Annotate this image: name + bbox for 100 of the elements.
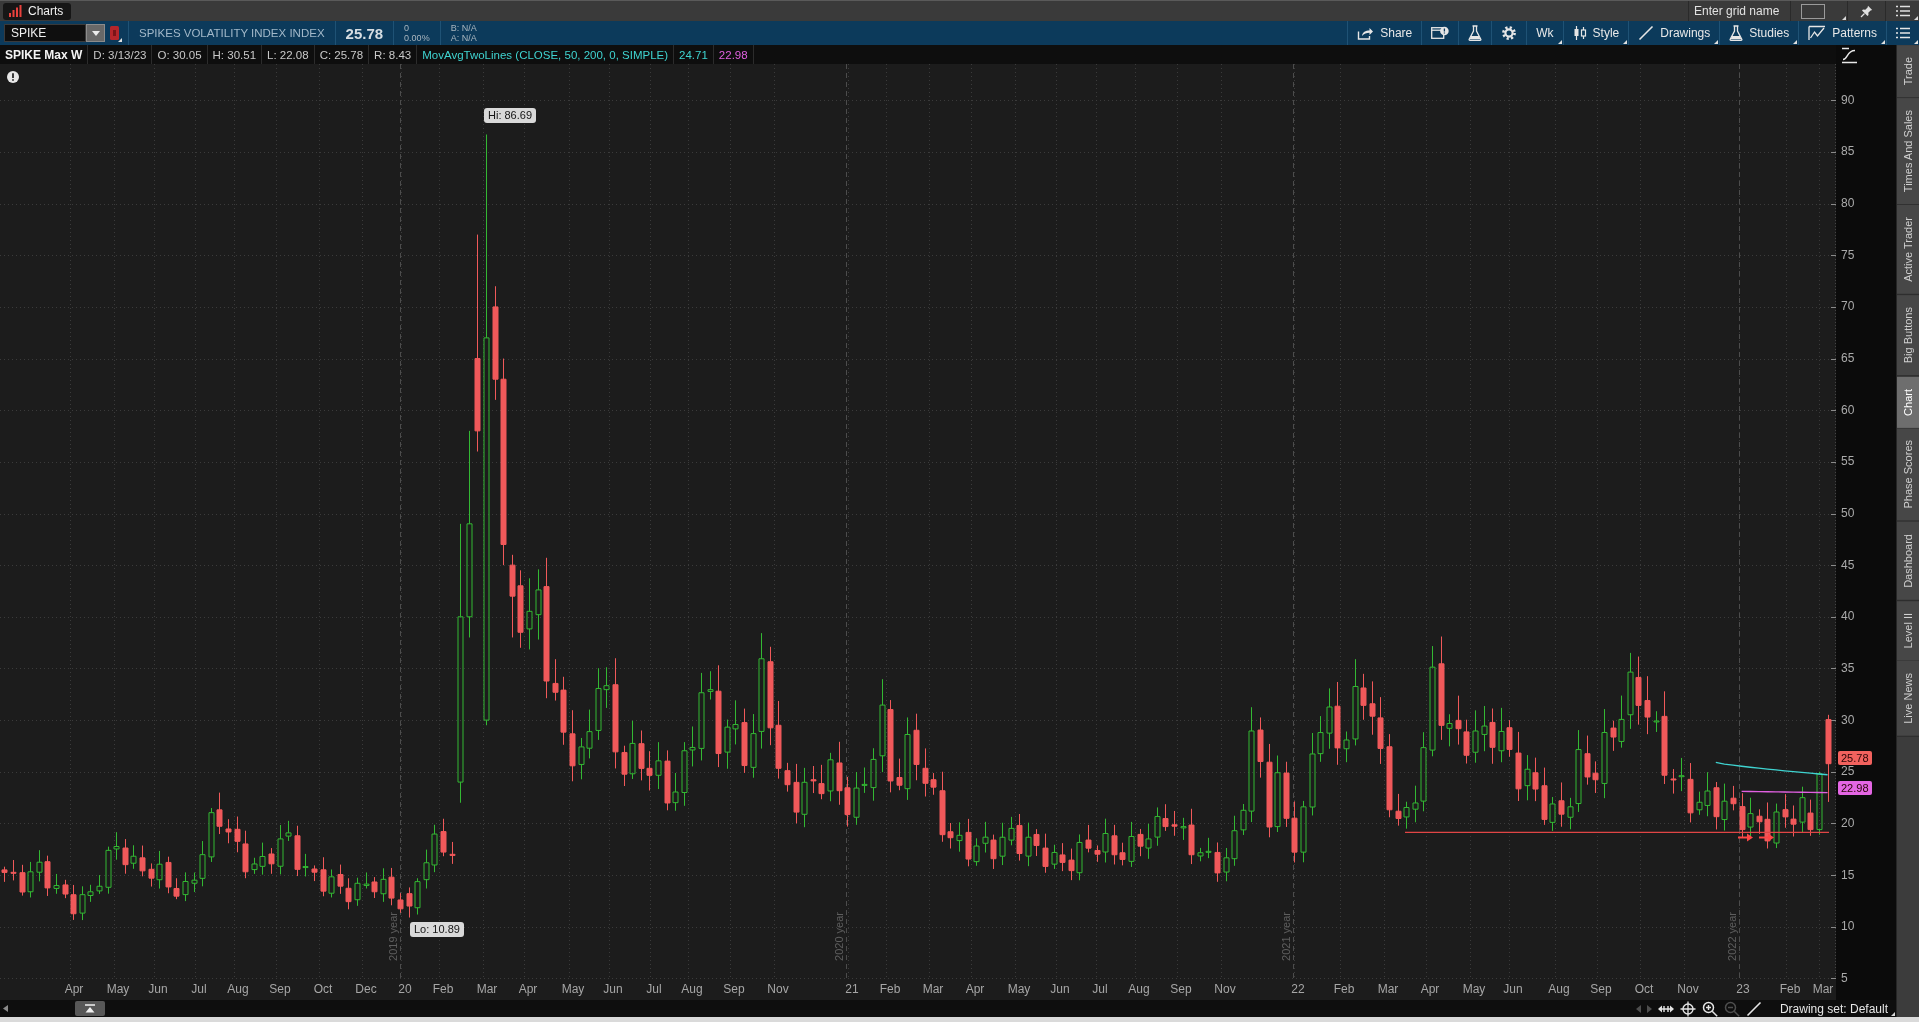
drawing-set-button[interactable]: Drawing set: Default — [1771, 1000, 1896, 1017]
flask-icon — [1468, 25, 1483, 41]
alert-window-icon — [1431, 26, 1450, 40]
time-axis-label: Feb — [432, 982, 454, 996]
time-axis-label: 20 — [398, 982, 412, 996]
menu-icon[interactable] — [1895, 5, 1910, 17]
time-axis-label: Feb — [1333, 982, 1355, 996]
time-axis-label: Nov — [1677, 982, 1699, 996]
pin-icon[interactable] — [1860, 4, 1873, 18]
arrow-marker — [1758, 833, 1774, 842]
price-axis-label: 60 — [1841, 403, 1855, 417]
side-tab[interactable]: Trade — [1897, 45, 1919, 99]
time-axis-label: Nov — [767, 982, 789, 996]
time-axis-label: Jun — [1050, 982, 1070, 996]
time-axis-label: Jul — [646, 982, 662, 996]
price-axis-label: 55 — [1841, 455, 1855, 469]
time-axis-label: Feb — [1779, 982, 1801, 996]
symbol-dropdown-button[interactable] — [86, 24, 105, 42]
time-axis-label: May — [1007, 982, 1031, 996]
side-tab[interactable]: Big Buttons — [1897, 295, 1919, 377]
symbol-field[interactable]: SPIKE — [4, 24, 86, 42]
price-axis-label: 90 — [1841, 93, 1855, 107]
candlestick-icon — [1572, 25, 1587, 41]
time-axis-label: Sep — [723, 982, 745, 996]
charts-tab[interactable]: Charts — [3, 2, 72, 20]
side-tab[interactable]: Level II — [1897, 600, 1919, 662]
quote-field: H: 30.51 — [212, 48, 257, 61]
year-marker: 2021 year — [1279, 912, 1292, 961]
time-axis-label: 21 — [845, 982, 859, 996]
quote-field: O: 30.05 — [157, 48, 202, 61]
share-icon — [1357, 26, 1375, 40]
flask-icon — [1729, 25, 1744, 41]
corner-triangle-icon — [1914, 16, 1918, 20]
time-axis-label: Jul — [191, 982, 207, 996]
arrow-marker — [1737, 833, 1753, 842]
price-axis-label: 80 — [1841, 197, 1855, 211]
bid-price: B: N/A — [450, 23, 477, 33]
time-axis-label: Dec — [355, 982, 377, 996]
price-axis-label: 30 — [1841, 713, 1855, 727]
low-price-label: Lo: 10.89 — [410, 922, 464, 937]
time-axis-label: May — [1462, 982, 1486, 996]
zoom-in-icon[interactable] — [1701, 1000, 1718, 1017]
time-axis-label: Apr — [1420, 982, 1440, 996]
percent-change: 0.00% — [404, 33, 430, 43]
time-axis-label: Apr — [965, 982, 985, 996]
time-axis-label: Aug — [1128, 982, 1150, 996]
line-icon — [1638, 25, 1655, 41]
quote-field: C: 25.78 — [319, 48, 364, 61]
year-marker: 2020 year — [832, 912, 845, 961]
arrow-up-bar-icon — [85, 1004, 95, 1013]
time-axis-label: Jul — [1092, 982, 1108, 996]
time-axis-label: May — [561, 982, 585, 996]
time-axis-label: Mar — [476, 982, 498, 996]
time-axis-label: Mar — [1812, 982, 1834, 996]
side-tab[interactable]: Times And Sales — [1897, 98, 1919, 206]
price-tag: 22.98 — [1838, 781, 1872, 795]
side-tab[interactable]: Phase Scores — [1897, 428, 1919, 522]
time-axis-label: Apr — [64, 982, 84, 996]
price-axis-label: 25 — [1841, 765, 1855, 779]
price-axis-label: 65 — [1841, 352, 1855, 366]
time-axis-label: Nov — [1214, 982, 1236, 996]
price-axis-label: 35 — [1841, 661, 1855, 675]
study-label: MovAvgTwoLines (CLOSE, 50, 200, 0, SIMPLE) — [422, 48, 669, 61]
year-marker: 2019 year — [386, 912, 399, 961]
time-axis-label: Oct — [313, 982, 333, 996]
time-axis-label: Mar — [1377, 982, 1399, 996]
high-price-label: Hi: 86.69 — [484, 108, 537, 123]
corner-triangle-icon — [1842, 16, 1846, 20]
last-price: 25.78 — [345, 24, 384, 42]
grid-name-field[interactable]: Enter grid name — [1688, 1, 1790, 21]
side-tab[interactable]: Live News — [1897, 661, 1919, 737]
price-axis-label: 45 — [1841, 558, 1855, 572]
time-axis-label: Aug — [1548, 982, 1570, 996]
exclamation-icon[interactable] — [7, 71, 19, 83]
gear-icon — [1501, 25, 1518, 41]
symbol-description: SPIKES VOLATILITY INDEX INDEX — [139, 27, 325, 39]
price-axis-label: 15 — [1841, 868, 1855, 882]
crosshair-icon[interactable] — [1679, 1000, 1696, 1017]
line-icon[interactable] — [1745, 1000, 1762, 1017]
time-axis-label: May — [106, 982, 130, 996]
menu-icon — [1896, 27, 1910, 39]
side-tab[interactable]: Chart — [1897, 376, 1919, 429]
time-axis-label: 22 — [1291, 982, 1305, 996]
price-axis-label: 10 — [1841, 920, 1855, 934]
time-axis-label: Aug — [227, 982, 249, 996]
chevron-left-icon[interactable] — [3, 1005, 8, 1012]
bar-chart-icon — [9, 5, 22, 17]
time-axis-label: Oct — [1634, 982, 1654, 996]
time-axis-label: Apr — [518, 982, 538, 996]
side-tab[interactable]: Active Trader — [1897, 205, 1919, 296]
price-axis-label: 5 — [1841, 971, 1848, 985]
time-axis-label: Jun — [603, 982, 623, 996]
scrollbar-thumb[interactable] — [75, 1001, 105, 1016]
link-square-icon[interactable] — [110, 24, 122, 42]
time-axis-label: Jun — [1503, 982, 1523, 996]
side-tab[interactable]: Dashboard — [1897, 521, 1919, 601]
time-axis-label: Aug — [681, 982, 703, 996]
s-curve-icon[interactable] — [1841, 47, 1858, 64]
square-icon[interactable] — [1801, 3, 1825, 19]
price-axis-label: 75 — [1841, 248, 1855, 262]
